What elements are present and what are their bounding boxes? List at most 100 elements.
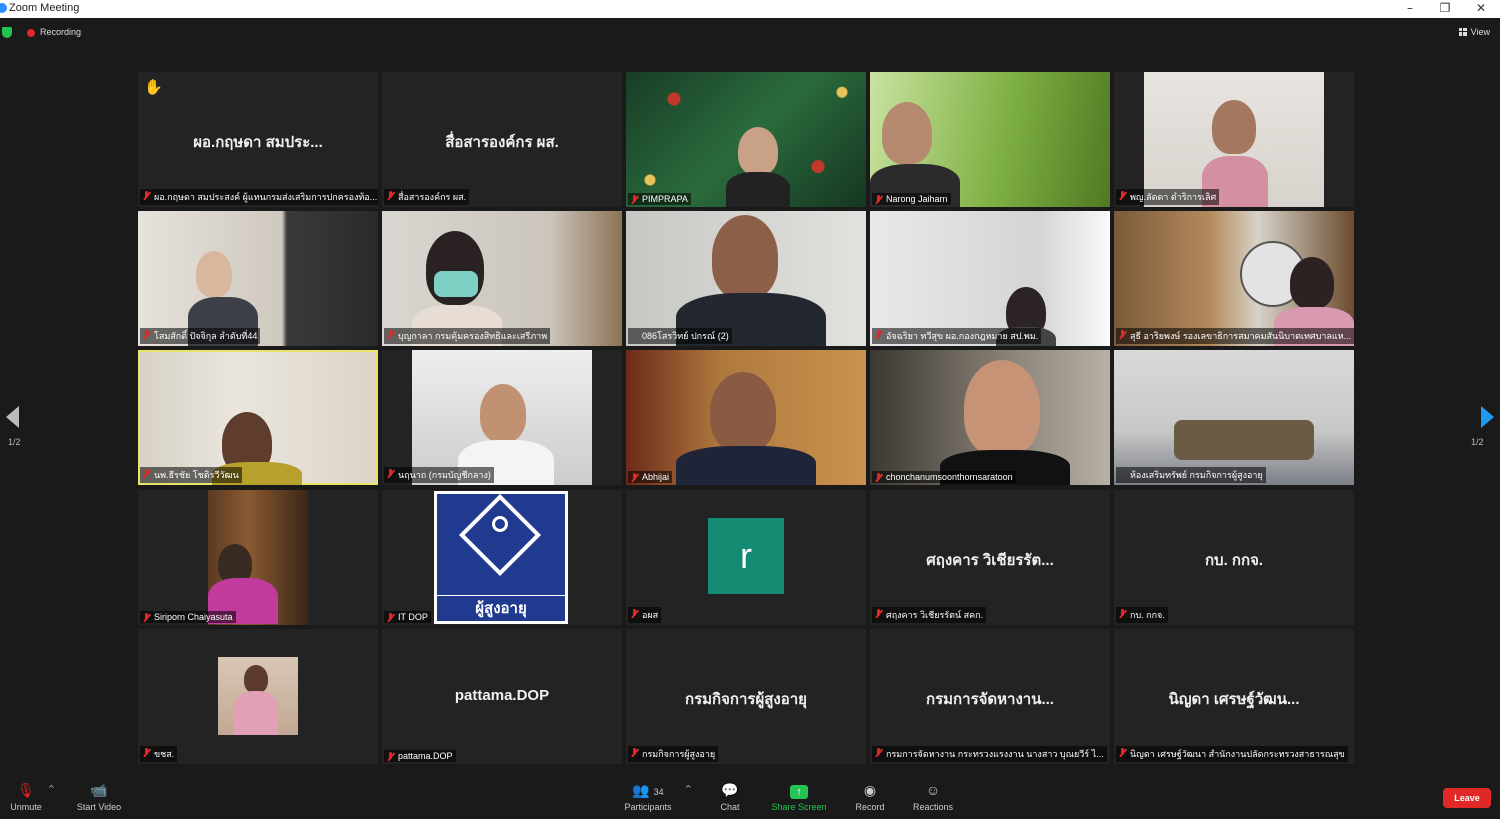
participant-tile[interactable]: ผู้สูงอายุ IT DOP <box>382 490 622 625</box>
muted-mic-icon <box>143 330 150 339</box>
participant-name-label: 086โสรวิทย์ ปกรณ์ (2) <box>628 328 732 344</box>
minimize-button[interactable]: – <box>1392 0 1428 18</box>
previous-page-arrow-icon[interactable] <box>6 406 19 428</box>
recording-dot-icon <box>27 29 35 37</box>
muted-mic-icon <box>631 195 638 204</box>
participant-name-text: Siriporn Chaiyasuta <box>154 612 233 622</box>
participant-tile[interactable]: 086โสรวิทย์ ปกรณ์ (2) <box>626 211 866 346</box>
participant-name-text: กรมกิจการผู้สูงอายุ <box>642 749 716 759</box>
participant-head <box>196 251 232 297</box>
participant-tile[interactable]: pattama.DOP pattama.DOP <box>382 629 622 764</box>
participant-tile[interactable]: ✋ ผอ.กฤษดา สมประ... ผอ.กฤษดา สมประสงค์ ผ… <box>138 72 378 207</box>
participant-name-label: ผอ.กฤษดา สมประสงค์ ผู้แทนกรมส่งเสริมการป… <box>140 189 378 205</box>
participant-display-name: นิญดา เศรษฐ์วัฒน... <box>1168 691 1300 708</box>
logo-diamond-icon <box>458 493 542 577</box>
participant-tile[interactable]: พญ.ลัดดา ดำริการเลิศ <box>1114 72 1354 207</box>
participant-tile[interactable]: กรมการจัดหางาน... กรมการจัดหางาน กระทรวง… <box>870 629 1110 764</box>
muted-mic-icon <box>875 195 882 204</box>
start-video-label: Start Video <box>76 802 122 812</box>
participant-name-label: Siriporn Chaiyasuta <box>140 611 236 623</box>
participant-name-label: chonchanumsoonthornsaratoon <box>872 471 1016 483</box>
participant-name-text: pattama.DOP <box>398 751 453 761</box>
logo-background <box>437 493 565 595</box>
participant-name-label: สุธี อาริยพงษ์ รองเลขาธิการสมาคมสันนิบาต… <box>1116 328 1354 344</box>
muted-mic-icon <box>875 609 882 618</box>
muted-mic-icon <box>1119 609 1126 618</box>
participant-tile[interactable]: โสมสักดิ์ ปัจจิกุล ลำดับที่44 <box>138 211 378 346</box>
participant-tile[interactable]: ขชส. <box>138 629 378 764</box>
participant-name-text: ขชส. <box>154 749 175 759</box>
participant-tile-active-speaker[interactable]: นพ.ธีรชัย โชติรวีวัฒน <box>138 350 378 485</box>
participant-body <box>234 691 278 735</box>
participant-name-text: ห้องเสริมทรัพย์ กรมกิจการผู้สูงอายุ <box>1130 470 1263 480</box>
participant-tile[interactable]: Narong Jaiharn <box>870 72 1110 207</box>
participant-head <box>964 360 1040 456</box>
muted-mic-icon <box>631 609 638 618</box>
participant-name-text: นฤนาถ (กรมบัญชีกลาง) <box>398 470 491 480</box>
zoom-app-icon <box>0 3 7 13</box>
start-video-button[interactable]: 📹 Start Video <box>70 772 128 819</box>
participant-name-text: สื่อสารองค์กร ผส. <box>398 192 467 202</box>
recording-label[interactable]: Recording <box>40 27 81 37</box>
participant-tile[interactable]: chonchanumsoonthornsaratoon <box>870 350 1110 485</box>
participant-name-label: นฤนาถ (กรมบัญชีกลาง) <box>384 467 494 483</box>
participant-name-text: อัจฉริยา ทวีสุข ผอ.กองกฎหมาย สป.พม. <box>886 331 1039 341</box>
participant-tile[interactable]: สุธี อาริยพงษ์ รองเลขาธิการสมาคมสันนิบาต… <box>1114 211 1354 346</box>
participant-name-label: ขชส. <box>140 746 178 762</box>
muted-mic-icon <box>143 748 150 757</box>
participant-name-label: อผส <box>628 607 662 623</box>
participant-name-label: pattama.DOP <box>384 750 456 762</box>
participant-tile[interactable]: กรมกิจการผู้สูงอายุ กรมกิจการผู้สูงอายุ <box>626 629 866 764</box>
audio-options-caret-icon[interactable]: ^ <box>48 784 55 793</box>
record-button[interactable]: ◉ Record <box>848 772 892 819</box>
participant-tile[interactable]: สื่อสารองค์กร ผส. สื่อสารองค์กร ผส. <box>382 72 622 207</box>
security-shield-icon[interactable] <box>2 27 12 38</box>
participant-name-text: ผอ.กฤษดา สมประสงค์ ผู้แทนกรมส่งเสริมการป… <box>154 192 378 202</box>
participant-name-label: นพ.ธีรชัย โชติรวีวัฒน <box>140 467 242 483</box>
leave-button[interactable]: Leave <box>1443 788 1491 808</box>
participant-name-label: สื่อสารองค์กร ผส. <box>384 189 470 205</box>
meeting-topbar: Recording View <box>0 18 1500 48</box>
grid-icon <box>1458 28 1467 36</box>
participant-name-text: กบ. กกจ. <box>1130 610 1165 620</box>
participant-tile[interactable]: นิญดา เศรษฐ์วัฒน... นิญดา เศรษฐ์วัฒนา สำ… <box>1114 629 1354 764</box>
participant-tile[interactable]: PIMPRAPA <box>626 72 866 207</box>
view-button[interactable]: View <box>1458 27 1490 37</box>
share-screen-button[interactable]: ↑ Share Screen <box>768 772 830 819</box>
participant-tile[interactable]: ห้องเสริมทรัพย์ กรมกิจการผู้สูงอายุ <box>1114 350 1354 485</box>
restore-button[interactable]: ❐ <box>1427 0 1463 18</box>
participant-display-name: ผอ.กฤษดา สมประ... <box>193 134 323 151</box>
participant-head <box>1212 100 1256 154</box>
participant-head <box>1290 257 1334 309</box>
muted-mic-icon <box>875 330 882 339</box>
participant-tile[interactable]: กบ. กกจ. กบ. กกจ. <box>1114 490 1354 625</box>
face-mask <box>434 271 478 297</box>
chat-button[interactable]: 💬 Chat <box>710 772 750 819</box>
participant-tile[interactable]: ศฤงคาร วิเชียรรัต... ศฤงคาร วิเชียรรัตน์… <box>870 490 1110 625</box>
participant-tile[interactable]: อัจฉริยา ทวีสุข ผอ.กองกฎหมาย สป.พม. <box>870 211 1110 346</box>
participant-name-text: Abhijai <box>642 472 670 482</box>
muted-mic-icon <box>143 191 150 200</box>
reactions-button[interactable]: ☺ Reactions <box>906 772 960 819</box>
next-page-arrow-icon[interactable] <box>1481 406 1494 428</box>
unmute-button[interactable]: 🎙 Unmute <box>4 772 48 819</box>
participant-name-label: PIMPRAPA <box>628 193 691 205</box>
participant-tile[interactable]: r อผส <box>626 490 866 625</box>
participants-options-caret-icon[interactable]: ^ <box>685 784 692 793</box>
participant-tile[interactable]: Abhijai <box>626 350 866 485</box>
participant-tile[interactable]: นฤนาถ (กรมบัญชีกลาง) <box>382 350 622 485</box>
participant-body <box>726 172 790 207</box>
participants-button[interactable]: 👥 34 Participants <box>618 772 678 819</box>
participant-name-label: บุญกาลา กรมคุ้มครองสิทธิและเสรีภาพ <box>384 328 551 344</box>
close-button[interactable]: ✕ <box>1463 0 1499 18</box>
participant-name-text: chonchanumsoonthornsaratoon <box>886 472 1013 482</box>
participant-name-label: โสมสักดิ์ ปัจจิกุล ลำดับที่44 <box>140 328 261 344</box>
muted-mic-icon <box>875 473 882 482</box>
participant-display-name: กรมกิจการผู้สูงอายุ <box>685 691 807 708</box>
video-feed <box>138 211 378 346</box>
gallery-grid: ✋ ผอ.กฤษดา สมประ... ผอ.กฤษดา สมประสงค์ ผ… <box>138 72 1354 765</box>
participant-tile[interactable]: บุญกาลา กรมคุ้มครองสิทธิและเสรีภาพ <box>382 211 622 346</box>
participant-display-name: กรมการจัดหางาน... <box>926 691 1054 708</box>
participant-head <box>738 127 778 175</box>
participant-tile[interactable]: Siriporn Chaiyasuta <box>138 490 378 625</box>
